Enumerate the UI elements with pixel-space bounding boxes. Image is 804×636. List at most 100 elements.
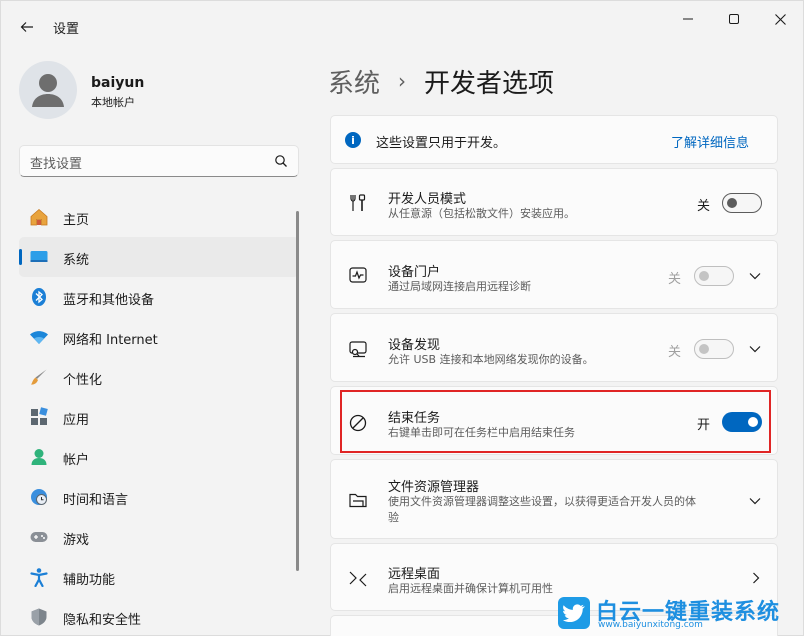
info-text: 这些设置只用于开发。 — [376, 136, 507, 151]
shield-icon — [29, 607, 49, 627]
setting-device-discovery[interactable]: 设备发现 允许 USB 连接和本地网络发现你的设备。 关 — [330, 313, 778, 382]
maximize-icon — [729, 14, 739, 24]
sidebar-item-label: 游戏 — [63, 533, 90, 548]
chevron-down-icon[interactable] — [748, 494, 762, 508]
setting-title: 开发人员模式 — [388, 192, 467, 207]
brush-icon — [29, 367, 49, 387]
watermark: 白云一键重装系统 www.baiyunxitong.com — [556, 595, 802, 633]
search-placeholder: 查找设置 — [30, 157, 83, 172]
chevron-down-icon[interactable] — [748, 342, 762, 356]
setting-file-explorer[interactable]: 文件资源管理器 使用文件资源管理器调整这些设置，以获得更适合开发人员的体 验 — [330, 459, 778, 539]
close-button[interactable] — [757, 7, 803, 31]
minimize-button[interactable] — [665, 7, 711, 31]
nav-list: 主页 系统 蓝牙和其他设备 网络和 Internet 个性化 应用 帐户 时间和… — [19, 197, 299, 636]
remote-desktop-icon — [347, 568, 369, 590]
title-bar: 设置 — [1, 1, 803, 51]
developer-tools-icon — [347, 192, 369, 214]
bird-logo-icon — [558, 597, 590, 629]
pulse-icon — [347, 264, 369, 286]
accessibility-icon — [29, 567, 49, 587]
clock-globe-icon — [29, 487, 49, 507]
sidebar-item-network[interactable]: 网络和 Internet — [19, 317, 299, 357]
sidebar-item-apps[interactable]: 应用 — [19, 397, 299, 437]
toggle-state-label: 关 — [668, 345, 682, 360]
folder-icon — [347, 489, 369, 511]
sidebar-scrollbar[interactable] — [296, 211, 299, 571]
user-name: baiyun — [91, 75, 145, 91]
setting-title: 文件资源管理器 — [388, 480, 480, 495]
settings-window: 设置 baiyun 本地帐户 查找设置 主页 系统 蓝牙和其他设备 网络和 In… — [0, 0, 804, 636]
sidebar-item-label: 时间和语言 — [63, 493, 129, 508]
setting-device-portal[interactable]: 设备门户 通过局域网连接启用远程诊断 关 — [330, 240, 778, 309]
toggle-knob — [699, 344, 709, 354]
sidebar-item-privacy[interactable]: 隐私和安全性 — [19, 597, 299, 636]
app-title: 设置 — [53, 22, 80, 37]
breadcrumb: 系统 › 开发者选项 — [328, 61, 554, 101]
search-icon — [275, 155, 287, 167]
setting-title: 设备门户 — [388, 265, 441, 280]
sidebar-item-label: 主页 — [63, 213, 90, 228]
wifi-icon — [29, 327, 49, 347]
learn-more-link[interactable]: 了解详细信息 — [671, 132, 749, 151]
sidebar: baiyun 本地帐户 查找设置 主页 系统 蓝牙和其他设备 网络和 Inter… — [1, 51, 311, 636]
sidebar-item-home[interactable]: 主页 — [19, 197, 299, 237]
active-indicator — [19, 249, 22, 265]
home-icon — [29, 207, 49, 227]
sidebar-item-label: 辅助功能 — [63, 573, 116, 588]
sidebar-item-label: 系统 — [63, 253, 90, 268]
sidebar-item-label: 个性化 — [63, 373, 103, 388]
device-discovery-toggle[interactable] — [694, 339, 734, 359]
watermark-url: www.baiyunxitong.com — [598, 620, 703, 630]
highlight-box — [340, 390, 771, 453]
breadcrumb-parent[interactable]: 系统 — [328, 63, 380, 100]
info-banner: i 这些设置只用于开发。 了解详细信息 — [330, 115, 778, 164]
chevron-down-icon[interactable] — [748, 269, 762, 283]
setting-description: 启用远程桌面并确保计算机可用性 — [388, 582, 553, 595]
sidebar-item-accessibility[interactable]: 辅助功能 — [19, 557, 299, 597]
device-portal-toggle[interactable] — [694, 266, 734, 286]
back-button[interactable] — [13, 15, 41, 39]
toggle-state-label: 关 — [697, 199, 711, 214]
search-input[interactable]: 查找设置 — [19, 145, 299, 177]
minimize-icon — [683, 18, 693, 20]
bluetooth-icon — [29, 287, 49, 307]
sidebar-item-system[interactable]: 系统 — [19, 237, 299, 277]
sidebar-item-label: 隐私和安全性 — [63, 613, 142, 628]
sidebar-item-bluetooth[interactable]: 蓝牙和其他设备 — [19, 277, 299, 317]
sidebar-item-label: 帐户 — [63, 453, 90, 468]
gamepad-icon — [29, 527, 49, 547]
setting-description-continued: 验 — [388, 511, 399, 524]
setting-developer-mode: 开发人员模式 从任意源（包括松散文件）安装应用。 关 — [330, 168, 778, 236]
setting-title: 设备发现 — [388, 338, 441, 353]
setting-description: 通过局域网连接启用远程诊断 — [388, 280, 531, 293]
setting-title: 远程桌面 — [388, 567, 441, 582]
developer-mode-toggle[interactable] — [722, 193, 762, 213]
breadcrumb-separator: › — [398, 69, 407, 93]
sidebar-item-gaming[interactable]: 游戏 — [19, 517, 299, 557]
toggle-knob — [699, 271, 709, 281]
avatar[interactable] — [19, 61, 77, 119]
setting-description: 从任意源（包括松散文件）安装应用。 — [388, 207, 575, 220]
user-silhouette-icon — [32, 74, 64, 107]
account-type: 本地帐户 — [91, 96, 135, 109]
sidebar-item-label: 蓝牙和其他设备 — [63, 293, 155, 308]
chevron-right-icon[interactable] — [749, 571, 763, 585]
page-title: 开发者选项 — [424, 68, 555, 99]
setting-description: 使用文件资源管理器调整这些设置，以获得更适合开发人员的体 — [388, 495, 696, 508]
maximize-button[interactable] — [711, 7, 757, 31]
sidebar-item-label: 网络和 Internet — [63, 333, 158, 348]
apps-icon — [29, 407, 49, 427]
account-icon — [29, 447, 49, 467]
sidebar-item-time-language[interactable]: 时间和语言 — [19, 477, 299, 517]
sidebar-item-personalization[interactable]: 个性化 — [19, 357, 299, 397]
close-icon — [774, 13, 786, 25]
sidebar-item-label: 应用 — [63, 413, 90, 428]
back-arrow-icon — [20, 22, 33, 32]
info-icon: i — [345, 132, 361, 148]
system-icon — [29, 247, 49, 267]
setting-description: 允许 USB 连接和本地网络发现你的设备。 — [388, 353, 594, 366]
toggle-state-label: 关 — [668, 272, 682, 287]
toggle-knob — [727, 198, 737, 208]
device-discovery-icon — [347, 338, 369, 360]
sidebar-item-accounts[interactable]: 帐户 — [19, 437, 299, 477]
